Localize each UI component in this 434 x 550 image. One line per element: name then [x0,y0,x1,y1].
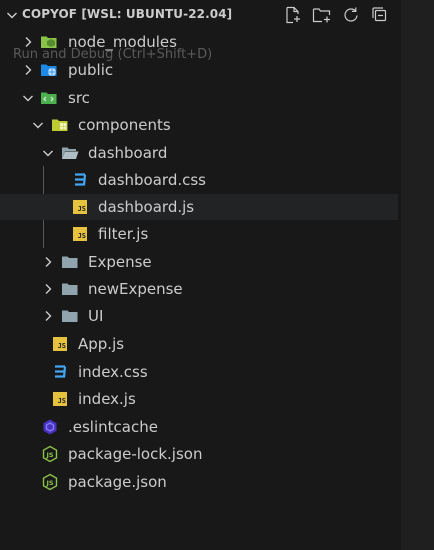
js-badge: JS [73,227,87,241]
folder-icon [61,307,79,325]
chevron-right-icon[interactable] [40,281,56,297]
tree-item-label: .eslintcache [68,418,158,436]
tree-item-src[interactable]: src [0,85,398,111]
tree-item-index-js[interactable]: JS index.js [0,386,398,412]
workspace-title: COPYOF [WSL: UBUNTU-22.04] [22,7,233,21]
nodejs-icon: JS [41,473,59,491]
new-folder-icon[interactable] [311,4,333,26]
tree-item-label: src [68,89,90,107]
folder-icon [61,253,79,271]
chevron-right-icon[interactable] [20,62,36,78]
public-folder-icon [40,61,58,79]
tree-item-label: dashboard.js [98,198,195,216]
tree-item-label: index.css [78,363,148,381]
js-badge: JS [53,392,67,406]
tree-item-label: Expense [88,253,152,271]
chevron-down-icon[interactable] [40,145,56,161]
svg-text:JS: JS [45,451,53,459]
tree-item-label: node_modules [68,33,177,51]
folder-icon [61,280,79,298]
tree-item-dashboard-css[interactable]: dashboard.css [0,167,398,193]
chevron-down-icon[interactable] [4,7,20,23]
collapse-all-icon[interactable] [369,4,391,26]
tree-item-components[interactable]: components [0,112,398,138]
js-badge: JS [73,200,87,214]
js-file-icon: JS [71,198,89,216]
tree-item-ui[interactable]: UI [0,303,398,329]
editor-edge [401,0,434,550]
tree-item-package-json[interactable]: JS package.json [0,469,398,495]
tree-item-node-modules[interactable]: node_modules [0,29,398,55]
tree-item-label: dashboard.css [98,171,206,189]
chevron-right-icon[interactable] [40,254,56,270]
chevron-right-icon[interactable] [40,308,56,324]
explorer-panel: COPYOF [WSL: UBUNTU-22.04] Run and Debug… [0,0,401,550]
tree-item-public[interactable]: public [0,57,398,83]
js-file-icon: JS [51,390,69,408]
tree-item-label: newExpense [88,280,183,298]
tree-item-label: dashboard [88,144,168,162]
new-file-icon[interactable] [282,4,304,26]
eslint-icon [41,418,59,436]
svg-text:JS: JS [45,479,53,487]
tree-item-new-expense[interactable]: newExpense [0,276,398,302]
tree-item-label: package-lock.json [68,445,203,463]
tree-item-label: public [68,61,114,79]
node-modules-folder-icon [40,33,58,51]
tree-item-label: App.js [78,335,125,353]
css-file-icon [51,363,69,381]
nodejs-icon: JS [41,445,59,463]
folder-open-icon [61,144,79,162]
tree-item-label: package.json [68,473,167,491]
tree-item-package-lock-json[interactable]: JS package-lock.json [0,441,398,467]
explorer-header[interactable]: COPYOF [WSL: UBUNTU-22.04] [0,0,401,30]
tree-item-label: UI [88,307,104,325]
chevron-down-icon[interactable] [30,117,46,133]
tree-item-label: index.js [78,390,136,408]
tree-item-label: filter.js [98,225,149,243]
src-folder-icon [40,89,58,107]
chevron-right-icon[interactable] [20,34,36,50]
tree-item-eslintcache[interactable]: .eslintcache [0,414,398,440]
js-badge: JS [53,337,67,351]
tree-item-dashboard-js[interactable]: JS dashboard.js [0,194,398,220]
tree-item-filter-js[interactable]: JS filter.js [0,221,398,247]
components-folder-icon [51,116,69,134]
tree-item-label: components [78,116,171,134]
js-file-icon: JS [71,225,89,243]
js-file-icon: JS [51,335,69,353]
refresh-icon[interactable] [340,4,362,26]
tree-item-expense[interactable]: Expense [0,249,398,275]
tree-item-dashboard[interactable]: dashboard [0,140,398,166]
chevron-down-icon[interactable] [20,90,36,106]
css-file-icon [71,171,89,189]
tree-item-index-css[interactable]: index.css [0,359,398,385]
tree-item-app-js[interactable]: JS App.js [0,331,398,357]
